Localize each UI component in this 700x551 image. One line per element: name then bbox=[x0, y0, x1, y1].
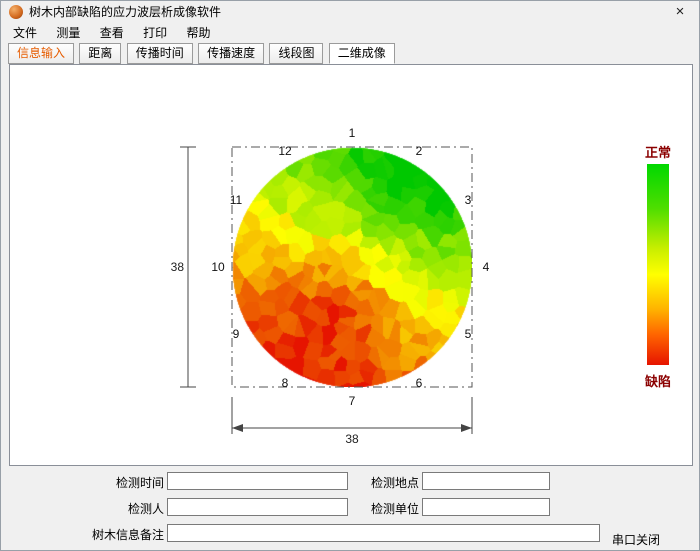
arrow-right bbox=[461, 424, 472, 432]
height-dim-label: 38 bbox=[158, 260, 184, 274]
menu-item-print[interactable]: 打印 bbox=[135, 23, 175, 43]
sensor-label-6: 6 bbox=[416, 376, 423, 390]
sensor-label-2: 2 bbox=[416, 144, 423, 158]
imaging-canvas: 1 2 3 4 5 6 7 8 9 10 11 12 38 38 正常 缺陷 bbox=[9, 64, 693, 466]
arrow-left bbox=[232, 424, 243, 432]
tab-propagation-time[interactable]: 传播时间 bbox=[127, 43, 193, 64]
sensor-label-9: 9 bbox=[233, 327, 240, 341]
sensor-label-4: 4 bbox=[483, 260, 490, 274]
sensor-label-7: 7 bbox=[349, 394, 356, 408]
detection-unit-input[interactable] bbox=[422, 498, 550, 516]
menu-item-view[interactable]: 查看 bbox=[92, 23, 132, 43]
legend-normal-label: 正常 bbox=[638, 142, 678, 161]
tab-info-input[interactable]: 信息输入 bbox=[8, 43, 74, 64]
legend-gradient-bar bbox=[647, 164, 669, 365]
tab-distance[interactable]: 距离 bbox=[79, 43, 121, 64]
tree-remark-input[interactable] bbox=[167, 524, 600, 542]
menu-item-measure[interactable]: 测量 bbox=[48, 23, 88, 43]
tab-bar: 信息输入 距离 传播时间 传播速度 线段图 二维成像 bbox=[1, 43, 699, 64]
sensor-label-1: 1 bbox=[349, 126, 356, 140]
legend-defect-label: 缺陷 bbox=[638, 371, 678, 390]
tree-remark-label: 树木信息备注 bbox=[61, 528, 164, 542]
sensor-label-10: 10 bbox=[211, 260, 224, 274]
tomogram-image bbox=[232, 147, 472, 387]
sensor-label-12: 12 bbox=[278, 144, 291, 158]
serial-status-label: 串口关闭 bbox=[612, 531, 660, 548]
detection-place-label: 检测地点 bbox=[331, 476, 419, 490]
detection-time-label: 检测时间 bbox=[61, 476, 164, 490]
menu-item-help[interactable]: 帮助 bbox=[178, 23, 218, 43]
inspector-input[interactable] bbox=[167, 498, 348, 516]
sensor-label-8: 8 bbox=[282, 376, 289, 390]
window-title: 树木内部缺陷的应力波层析成像软件 bbox=[29, 1, 221, 23]
tab-line-chart[interactable]: 线段图 bbox=[269, 43, 323, 64]
menu-bar: 文件 测量 查看 打印 帮助 bbox=[1, 23, 699, 43]
tab-propagation-speed[interactable]: 传播速度 bbox=[198, 43, 264, 64]
tab-2d-imaging[interactable]: 二维成像 bbox=[329, 43, 395, 64]
sensor-label-11: 11 bbox=[230, 193, 242, 207]
width-dim-label: 38 bbox=[340, 432, 364, 446]
detection-unit-label: 检测单位 bbox=[331, 502, 419, 516]
detection-place-input[interactable] bbox=[422, 472, 550, 490]
detection-time-input[interactable] bbox=[167, 472, 348, 490]
menu-item-file[interactable]: 文件 bbox=[5, 23, 45, 43]
titlebar: 树木内部缺陷的应力波层析成像软件 × bbox=[1, 1, 699, 23]
app-icon bbox=[9, 5, 23, 19]
close-button[interactable]: × bbox=[665, 1, 695, 23]
sensor-label-3: 3 bbox=[465, 193, 472, 207]
sensor-label-5: 5 bbox=[465, 327, 472, 341]
inspector-label: 检测人 bbox=[61, 502, 164, 516]
app-window: 树木内部缺陷的应力波层析成像软件 × 文件 测量 查看 打印 帮助 信息输入 距… bbox=[0, 0, 700, 551]
